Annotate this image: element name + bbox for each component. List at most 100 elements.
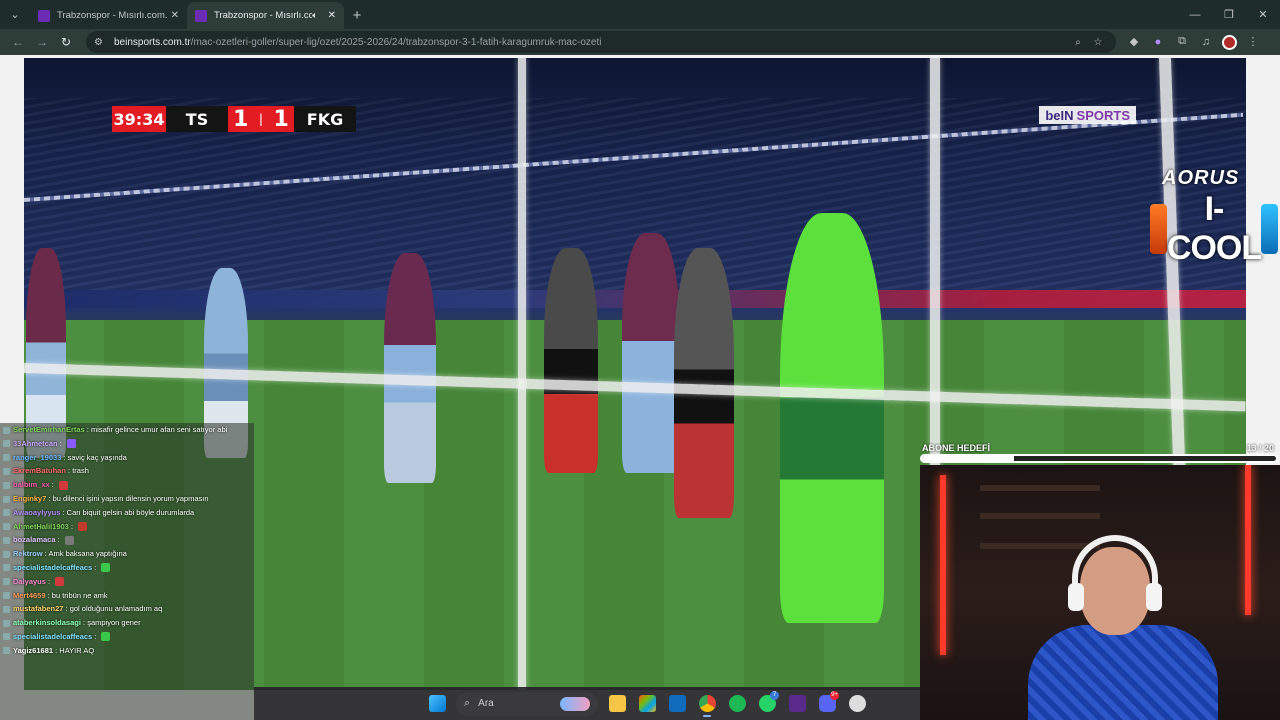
goalkeeper [780,213,884,623]
chat-separator: : [57,438,64,448]
close-window-icon[interactable]: ✕ [1246,0,1280,29]
chat-username[interactable]: Yagiz61681 [13,646,53,655]
goal-net [518,58,526,690]
user-badge-icon [3,454,10,462]
store-icon[interactable] [633,690,661,718]
media-control-icon[interactable]: ♫ [1194,31,1218,53]
chat-message: ranger_19033 : saviç kaç yaşında [0,451,254,465]
chat-username[interactable]: AhmetHalil1903 [13,522,69,531]
chat-separator: : [55,535,62,545]
chat-message: AhmetHalil1903 : [0,520,254,534]
windows-taskbar: ⌕ Ara 7 9+ [254,687,920,720]
chat-separator: : [92,562,99,572]
neon-light [1245,465,1251,615]
close-tab-icon[interactable]: ✕ [171,10,179,21]
user-badge-icon [3,426,10,434]
search-icon: ⌕ [464,697,471,709]
chat-text: gol olduğunu anlamadım aq [69,604,163,614]
discord-icon[interactable]: 9+ [813,690,841,718]
chat-text: misafir gelince umur afan seni satıyor a… [90,425,228,434]
next-icon[interactable] [783,690,811,718]
search-highlight-icon [560,696,590,711]
address-bar[interactable]: ⚙ beinsports.com.tr/mac-ozetleri-goller/… [86,31,1116,53]
zoom-icon[interactable]: ⌕ [1068,37,1088,48]
chat-username[interactable]: ranger_19033 [13,453,61,462]
chat-separator: : [45,576,53,586]
profile-avatar[interactable] [1222,34,1237,50]
chat-username[interactable]: specialistadelcaffeacs [13,632,92,641]
restore-icon[interactable]: ❐ [1212,0,1246,29]
user-badge-icon [3,633,10,641]
chat-message: Enginky7 : bu dilenci işini yapsın dilen… [0,492,254,506]
chat-username[interactable]: balbim_xx [13,480,50,489]
subscriber-goal: ABONE HEDEFİ 13 / 20 [920,443,1278,465]
user-badge-icon [3,550,10,558]
settings-icon[interactable] [843,690,871,718]
drink-sponsor-overlay: I-COOL [1150,190,1278,267]
chat-username[interactable]: 33Ahmetcan [13,439,58,448]
away-score: 1 [273,106,289,132]
windows-icon[interactable] [423,690,451,718]
taskbar-search-placeholder: Ara [478,698,494,709]
speaker-icon[interactable]: 🔈︎ [312,10,317,21]
subgoal-label: ABONE HEDEFİ [922,443,991,453]
back-icon[interactable]: ← [6,31,30,53]
subgoal-progress-fill [922,456,1015,461]
taskbar-search[interactable]: ⌕ Ara [456,691,598,716]
chat-username[interactable]: Awaoaylyyus [13,508,60,517]
new-tab-button[interactable]: + [344,2,370,29]
stream-chat: ServetEmirhanErtas : misafir gelince umu… [0,423,254,720]
discord-badge: 9+ [830,690,839,700]
chrome-icon[interactable] [693,690,721,718]
chat-message: specialistadelcaffeacs : [0,561,254,575]
chat-emote-icon [78,522,88,532]
chat-username[interactable]: Dalyayus [13,577,46,586]
tab-trabzonspor-2[interactable]: Trabzonspor - Mısırlı.com.tr 🔈︎ ✕ [187,2,344,29]
chat-message: bozalamaca : [0,533,254,547]
streamer-webcam [920,465,1280,720]
scoreboard: 39:34 TS 1 | 1 FKG [112,106,356,132]
mail-icon[interactable] [663,690,691,718]
chat-text: trash [72,466,89,476]
menu-kebab-icon[interactable]: ⋮ [1241,31,1265,53]
chat-separator: : [49,480,56,490]
reload-icon[interactable]: ↻ [54,31,78,53]
extension-diamond-icon[interactable]: ◆ [1122,31,1146,53]
spotify-icon[interactable] [723,690,751,718]
extension-purple-icon[interactable]: ● [1146,31,1170,53]
chat-username[interactable]: ataberkinsoldasagi [13,618,81,627]
user-badge-icon [3,647,10,655]
folder-icon[interactable] [603,690,631,718]
chat-emote-icon [64,535,74,545]
tab-search-menu-icon[interactable]: ⌄ [0,0,30,29]
chat-username[interactable]: Enginky7 [13,494,46,503]
minimize-icon[interactable]: — [1178,0,1212,29]
url-text[interactable]: beinsports.com.tr/mac-ozetleri-goller/su… [114,37,1068,48]
site-info-icon[interactable]: ⚙ [94,37,108,48]
chat-username[interactable]: Mert4659 [13,591,46,600]
user-badge-icon [3,523,10,531]
chat-message: ataberkinsoldasagi : şampiyon gener [0,616,254,630]
shelf [980,485,1100,491]
streamer-jersey [1028,625,1218,720]
chat-username[interactable]: mustafaben27 [13,604,63,613]
forward-icon[interactable]: → [30,31,54,53]
extensions-puzzle-icon[interactable]: ⧉ [1170,31,1194,53]
chat-message: Dalyayus : [0,575,254,589]
chat-message: EkremBatuhan : trash [0,464,254,478]
close-tab-icon[interactable]: ✕ [328,10,336,21]
chat-separator: : [68,521,76,531]
chat-username[interactable]: ServetEmirhanErtas [13,425,85,434]
chat-username[interactable]: Rektrow [13,549,43,558]
chat-username[interactable]: EkremBatuhan [13,466,66,475]
tab-trabzonspor-1[interactable]: Trabzonspor - Mısırlı.com.tr Fatih ✕ [30,2,187,29]
broadcaster-logo: beIN SPORTS [1039,106,1136,124]
whatsapp-icon[interactable]: 7 [753,690,781,718]
bookmark-star-icon[interactable]: ☆ [1088,37,1108,48]
chat-message: specialistadelcaffeacs : [0,630,254,644]
chat-text: saviç kaç yaşında [67,452,127,462]
chat-text: HAYIR AQ [59,645,95,655]
chat-username[interactable]: specialistadelcaffeacs [13,563,92,572]
chat-username[interactable]: bozalamaca [13,535,56,544]
chat-emote-icon [101,563,111,573]
